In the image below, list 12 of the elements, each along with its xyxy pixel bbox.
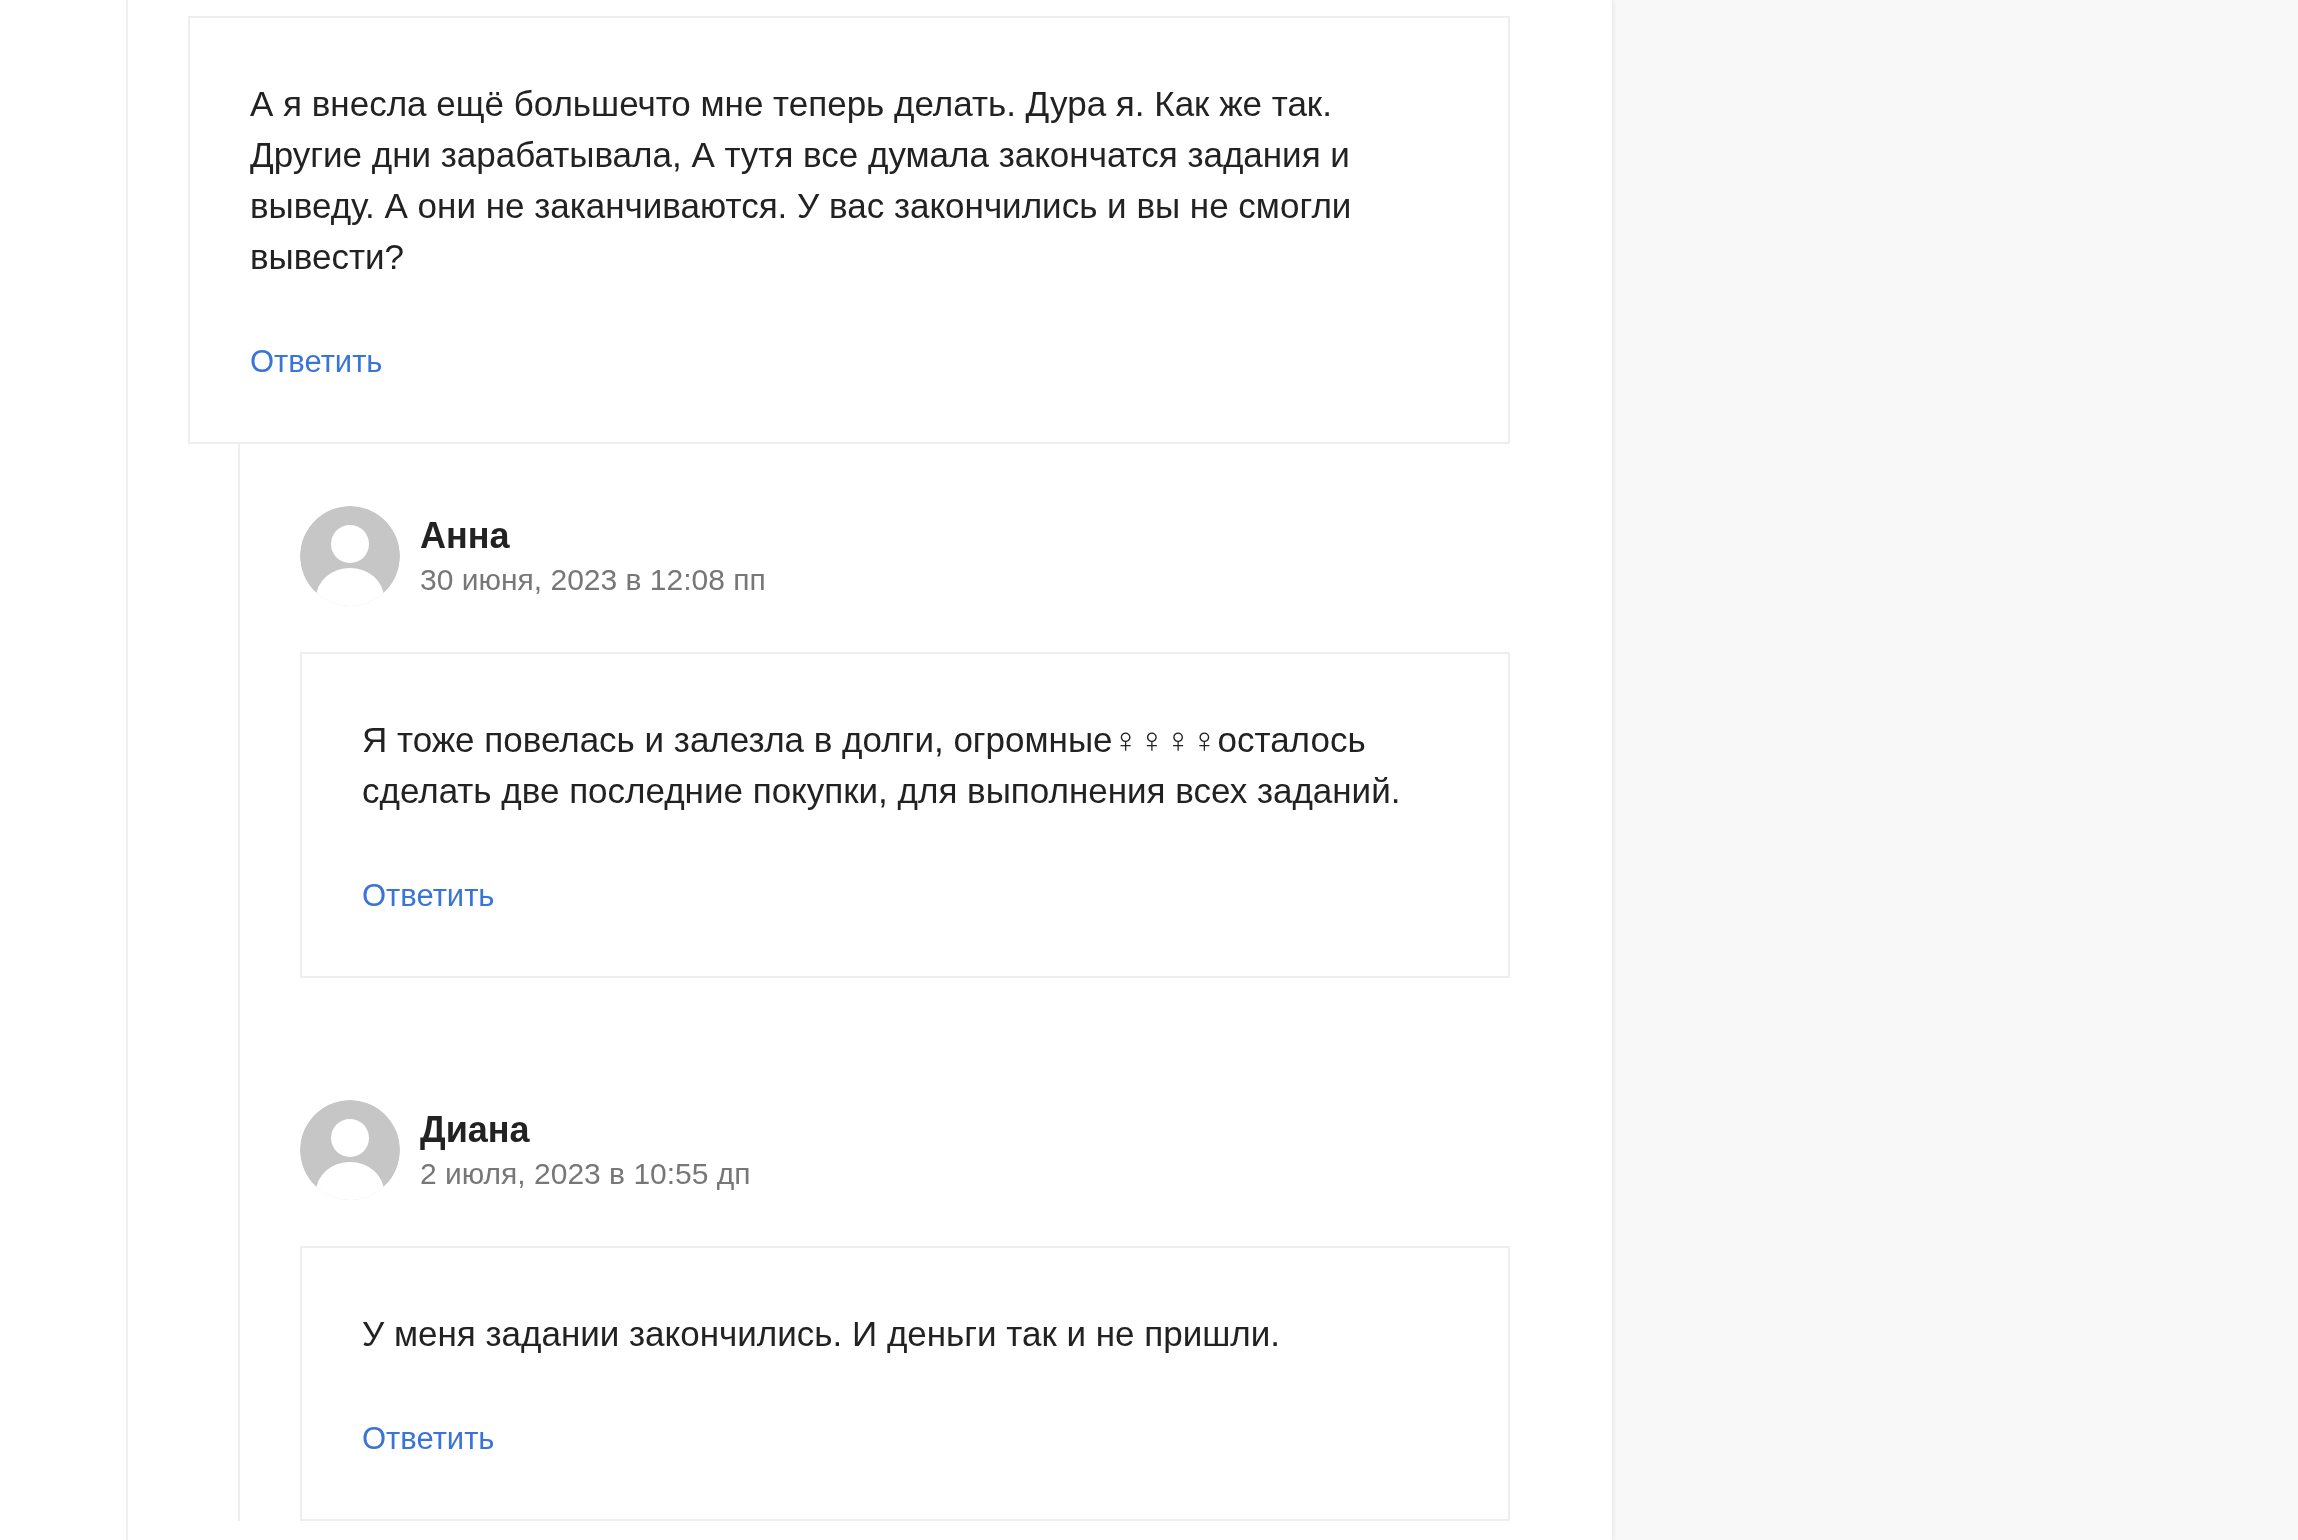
reply-link[interactable]: Ответить xyxy=(362,1421,495,1457)
comment-text: У меня задании закончились. И деньги так и не пришли. xyxy=(362,1313,1282,1355)
comment-text: А я внесла ещё большечто мне теперь делать. Дура я. Как же так. Другие дни зарабатывала, А тутя все думала закончатся задания и выведу. А они не заканчиваются. У вас закончились и вы не смогли вывести? xyxy=(250,83,1353,278)
comment-date: 30 июня, 2023 в 12:08 пп xyxy=(420,563,766,597)
comment-text: Я тоже повелась и залезла в долги, огромные♀♀♀♀осталось сделать две последние покупки, для выполнения всех заданий. xyxy=(362,719,1402,812)
reply-link[interactable]: Ответить xyxy=(250,344,383,380)
avatar-icon xyxy=(300,506,400,606)
comment-date: 2 июля, 2023 в 10:55 дп xyxy=(420,1157,751,1191)
reply-link[interactable]: Ответить xyxy=(362,878,495,914)
author-name: Диана xyxy=(420,1109,531,1151)
avatar-icon xyxy=(300,1100,400,1200)
author-name: Анна xyxy=(420,515,511,557)
